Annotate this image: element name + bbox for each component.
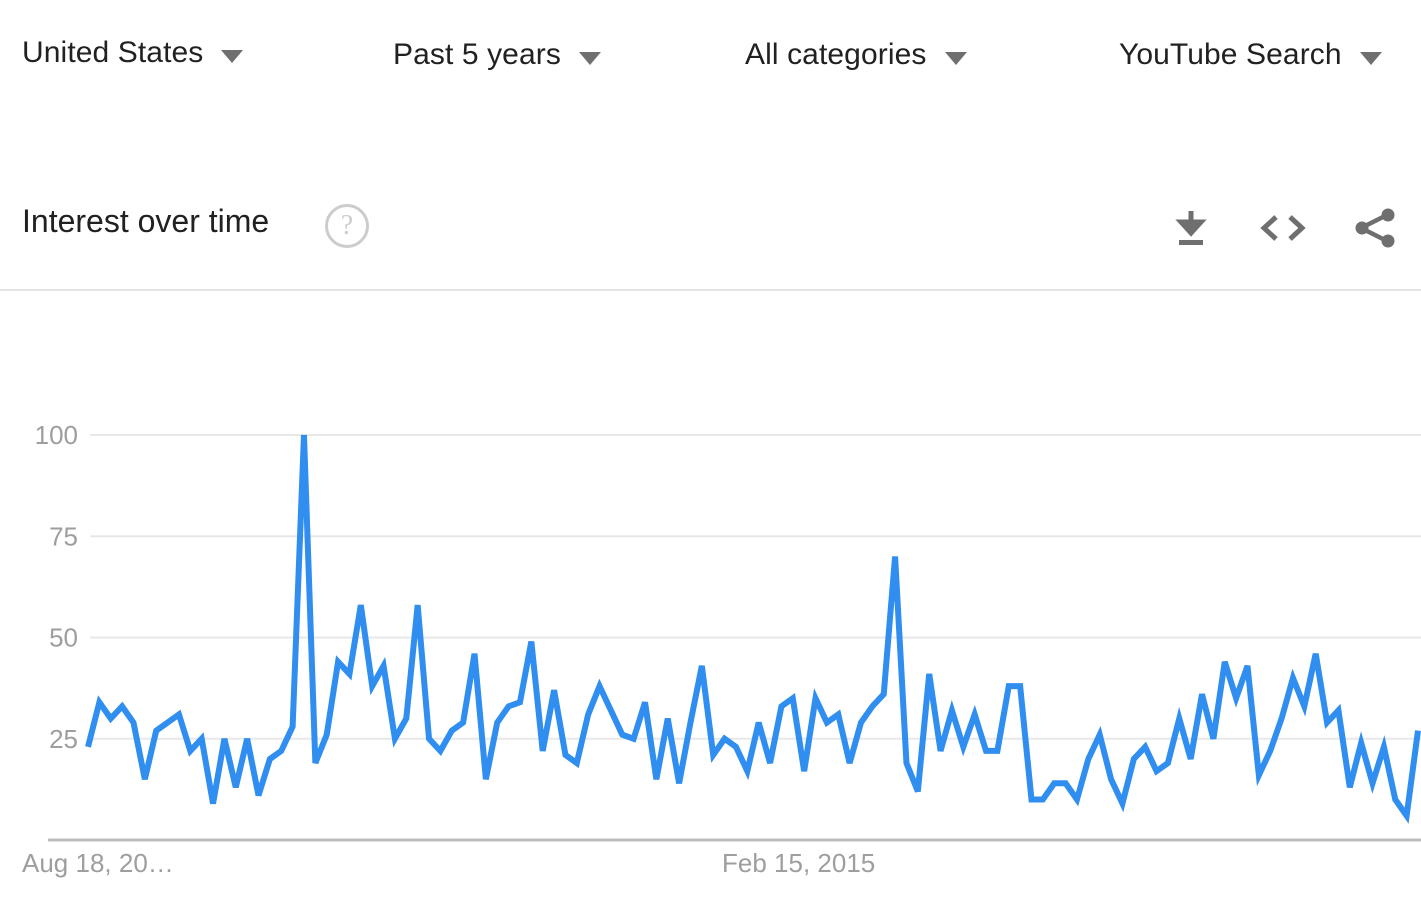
- embed-code-icon: [1257, 204, 1309, 252]
- chevron-down-icon: [1359, 51, 1382, 65]
- filter-time-range[interactable]: Past 5 years: [393, 24, 601, 86]
- y-axis-tick-label: 50: [49, 623, 78, 653]
- x-axis-tick-label: Feb 15, 2015: [722, 848, 875, 878]
- chart-x-axis-labels: Aug 18, 20… Feb 15, 2015: [22, 848, 875, 878]
- filter-bar: United States Past 5 years All categorie…: [0, 0, 1421, 90]
- header-actions: [1167, 204, 1399, 252]
- filter-search-property[interactable]: YouTube Search: [1119, 24, 1382, 86]
- chart-y-axis-labels: 25 50 75 100: [35, 420, 78, 754]
- x-axis-tick-label: Aug 18, 20…: [22, 848, 174, 878]
- trend-line-series: [85, 434, 1421, 824]
- filter-time-range-label: Past 5 years: [393, 38, 561, 71]
- embed-button[interactable]: [1259, 204, 1307, 252]
- filter-category-label: All categories: [745, 38, 927, 71]
- y-axis-tick-label: 75: [49, 521, 78, 551]
- filter-search-property-label: YouTube Search: [1119, 38, 1342, 71]
- interest-over-time-chart[interactable]: 25 50 75 100 Aug 18, 20… Feb 15, 2015: [0, 291, 1421, 898]
- download-icon: [1167, 204, 1215, 252]
- chevron-down-icon: [578, 51, 601, 65]
- y-axis-tick-label: 100: [35, 420, 78, 450]
- chart-canvas: 25 50 75 100 Aug 18, 20… Feb 15, 2015: [22, 420, 1421, 878]
- download-button[interactable]: [1167, 204, 1215, 252]
- page-title: Interest over time: [22, 203, 270, 239]
- y-axis-tick-label: 25: [49, 724, 78, 754]
- share-icon: [1351, 204, 1399, 252]
- help-circle-icon[interactable]: ?: [325, 204, 369, 248]
- chevron-down-icon: [944, 51, 967, 65]
- filter-category[interactable]: All categories: [745, 24, 967, 86]
- chevron-down-icon: [221, 49, 244, 63]
- filter-country-label: United States: [22, 36, 204, 69]
- interest-over-time-header: Interest over time ?: [0, 190, 1421, 291]
- share-button[interactable]: [1351, 204, 1399, 252]
- filter-country[interactable]: United States: [22, 22, 244, 84]
